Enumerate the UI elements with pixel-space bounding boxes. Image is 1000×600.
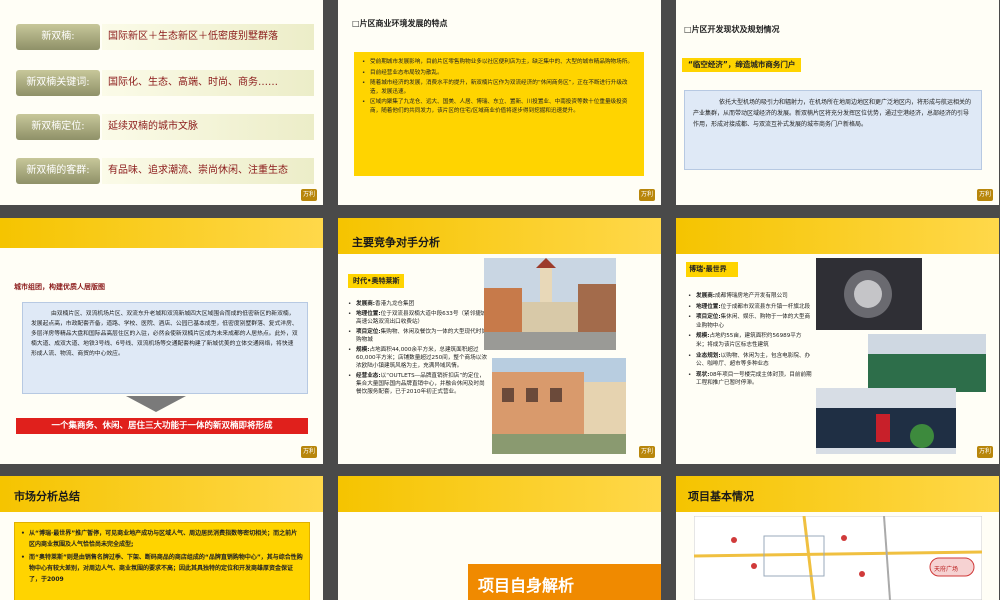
hoarding-photo — [816, 388, 956, 454]
info-value: 成都博瑞房地产开发有限公司 — [715, 293, 788, 299]
info-key: 地理位置: — [696, 303, 721, 310]
slide-competitor-outlets: 主要竞争对手分析 时代•奥特莱斯 发展商:香港九龙仓集团 地理位置:位于双流县双… — [338, 218, 661, 464]
slide-title: 市场分析总结 — [14, 490, 80, 503]
row-value: 有品味、追求潮流、崇尚休闲、注重生态 — [102, 158, 314, 184]
section-title-block: 项目自身解析 — [468, 564, 661, 600]
info-value: 占地面积44,000余平方米，总建筑面积超过60,000平方米；店铺数量超过25… — [356, 347, 487, 369]
title-band — [676, 218, 999, 254]
info-item: 规模:占地约55亩，建筑面积约56989平方米；将成为该片区标志性建筑 — [688, 332, 812, 349]
info-list: 发展商:成都博瑞房地产开发有限公司 地理位置:位于成都市双流县东升镇一杆旗北段 … — [688, 292, 812, 390]
title-band — [338, 476, 661, 512]
location-map — [694, 516, 982, 600]
info-value: 香港九龙仓集团 — [375, 301, 415, 307]
info-value: 08年项目一号楼完成主体封顶，目前前期工程和推广已暂时停滞。 — [696, 371, 812, 387]
logo: 万利 — [639, 446, 655, 458]
info-key: 发展商: — [696, 293, 716, 299]
outlets-building-photo — [492, 358, 626, 454]
highlight-banner: 一个集商务、休闲、居住三大功能于一体的新双楠即将形成 — [16, 418, 308, 434]
info-key: 发展商: — [356, 301, 376, 307]
logo: 万利 — [639, 189, 655, 201]
section-tag: “临空经济”，缔造城市商务门户 — [682, 58, 802, 72]
info-item: 业态规划:以购物、休闲为主，包含电影院、办公、咖啡厅、超市等多种业态 — [688, 352, 812, 369]
summary-box: 从“博瑞·最世界”推广暂停，可见商业地产成功与区域人气、周边居民消费指数等密切相… — [14, 522, 310, 600]
billboard-photo — [816, 258, 922, 330]
info-item: 项目定位:集休闲、娱乐、购物于一体的大型商业购物中心 — [688, 313, 812, 330]
bullet-box: 受前期城市发展影响，目前片区零售购物业多以社区便利店为主，缺乏集中的、大型的城市… — [354, 52, 644, 176]
row-label: 新双楠定位: — [16, 114, 100, 140]
info-item: 项目定位:集购物、休闲及餐饮为一体的大型现代时尚购物城 — [348, 328, 488, 344]
info-item: 发展商:香港九龙仓集团 — [348, 300, 488, 308]
body-text: 由双楠片区、双流机场片区、双流东升老城和双流新城四大区域围合而成的低密新区的新双… — [22, 302, 308, 394]
slide-positioning: 新双楠: 国际新区＋生态新区＋低密度别墅群落 新双楠关键词: 国际化、生态、高端… — [0, 0, 323, 205]
down-arrow-icon — [126, 396, 186, 412]
section-tag: 时代•奥特莱斯 — [348, 274, 405, 288]
summary-item: 而“奥特莱斯”则是由销售名牌过季、下架、断码商品的商店组成的“品牌直销购物中心”… — [21, 552, 303, 585]
bullet-item: 随着城市经济的发展，消费水平的提升，新双楠片区作为双流经济的“休闲商务区”，正在… — [362, 79, 636, 96]
info-list: 发展商:香港九龙仓集团 地理位置:位于双流县双楠大道中段633号（紧邻捷城高速公… — [348, 300, 488, 398]
logo: 万利 — [977, 189, 993, 201]
info-item: 地理位置:位于成都市双流县东升镇一杆旗北段 — [688, 303, 812, 312]
slide-commerce-features: □片区商业环境发展的特点 受前期城市发展影响，目前片区零售购物业多以社区便利店为… — [338, 0, 661, 205]
row-label: 新双楠: — [16, 24, 100, 50]
row-label: 新双楠的客群: — [16, 158, 100, 184]
slide-title: 项目基本情况 — [688, 490, 754, 503]
info-item: 现状:08年项目一号楼完成主体封顶，目前前期工程和推广已暂时停滞。 — [688, 371, 812, 388]
map-label: 天府广场 — [934, 566, 959, 573]
info-key: 项目定位: — [696, 314, 721, 321]
slide-self-analysis: 项目自身解析 — [338, 476, 661, 600]
info-key: 规模: — [696, 333, 710, 340]
outlets-street-photo — [484, 258, 616, 350]
info-key: 经营业态: — [356, 373, 381, 379]
info-item: 规模:占地面积44,000余平方米，总建筑面积超过60,000平方米；店铺数量超… — [348, 346, 488, 370]
row-label: 新双楠关键词: — [16, 70, 100, 96]
slide-heading-text: 片区商业环境发展的特点 — [359, 19, 448, 28]
bullet-item: 受前期城市发展影响，目前片区零售购物业多以社区便利店为主，缺乏集中的、大型的城市… — [362, 58, 636, 67]
bullet-item: 区域内聚集了九龙仓、远大、国美、人居、博瑞、东立、置新、川投置业、中南投资等数十… — [362, 98, 636, 115]
slide-heading: □片区商业环境发展的特点 — [352, 19, 448, 28]
logo: 万利 — [301, 189, 317, 201]
top-band — [0, 218, 323, 248]
logo: 万利 — [301, 446, 317, 458]
info-key: 规模: — [356, 347, 370, 353]
section-tag: 博瑞·最世界 — [686, 262, 738, 277]
summary-item: 从“博瑞·最世界”推广暂停，可见商业地产成功与区域人气、周边居民消费指数等密切相… — [21, 528, 303, 550]
slide-project-basics: 项目基本情况 天府广场 — [676, 476, 999, 600]
slide-heading: □片区开发现状及规划情况 — [684, 25, 780, 34]
slide-heading-text: 片区开发现状及规划情况 — [691, 25, 780, 34]
info-key: 业态规划: — [696, 352, 721, 359]
logo: 万利 — [977, 446, 993, 458]
slide-title: 主要竞争对手分析 — [352, 236, 440, 249]
slide-market-summary: 市场分析总结 从“博瑞·最世界”推广暂停，可见商业地产成功与区域人气、周边居民消… — [0, 476, 323, 600]
info-value: 占地约55亩，建筑面积约56989平方米；将成为该片区标志性建筑 — [696, 333, 802, 348]
info-key: 现状: — [696, 371, 710, 378]
info-key: 项目定位: — [356, 329, 381, 335]
body-text: 依托大型机场的吸引力和辐射力，在机场所在地周边地区和更广泛地区内，将形成与航运相… — [684, 90, 982, 170]
row-value: 延续双楠的城市文脉 — [102, 114, 314, 140]
row-value: 国际化、生态、高端、时尚、商务…… — [102, 70, 314, 96]
slide-competitor-borui: 博瑞·最世界 发展商:成都博瑞房地产开发有限公司 地理位置:位于成都市双流县东升… — [676, 218, 999, 464]
info-key: 地理位置: — [356, 311, 381, 317]
construction-site-photo — [868, 334, 986, 392]
info-value: 位于成都市双流县东升镇一杆旗北段 — [720, 303, 811, 310]
info-item: 经营业态:以“OUTLETS—品牌直销折扣店”的定位，集合大量国际国内品牌直销中… — [348, 372, 488, 396]
info-item: 发展商:成都博瑞房地产开发有限公司 — [688, 292, 812, 301]
info-item: 地理位置:位于双流县双楠大道中段633号（紧邻捷城高速公路双流出口收费站） — [348, 310, 488, 326]
bullet-item: 目前经营业态布局较为散乱。 — [362, 69, 636, 78]
section-tag: 城市组团，构建优质人居版图 — [14, 283, 105, 291]
slide-urban-cluster: 城市组团，构建优质人居版图 由双楠片区、双流机场片区、双流东升老城和双流新城四大… — [0, 218, 323, 464]
slide-development-status: □片区开发现状及规划情况 “临空经济”，缔造城市商务门户 依托大型机场的吸引力和… — [676, 0, 999, 205]
row-value: 国际新区＋生态新区＋低密度别墅群落 — [102, 24, 314, 50]
